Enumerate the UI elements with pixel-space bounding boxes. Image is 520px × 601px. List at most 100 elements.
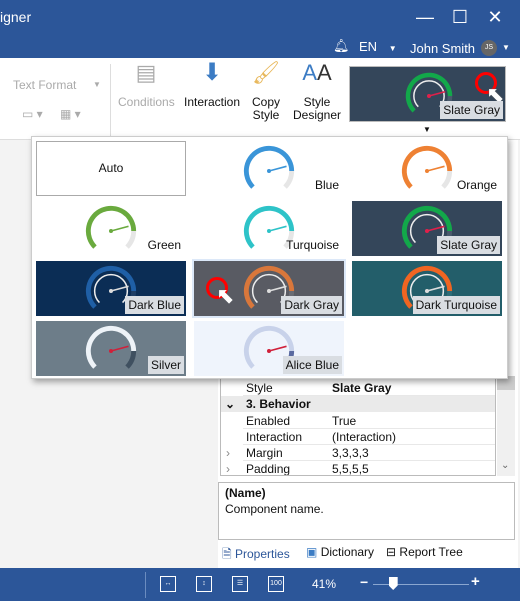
property-row[interactable]: Interaction (Interaction) — [243, 429, 495, 445]
style-label: Dark Blue — [125, 296, 184, 314]
tab-label: Properties — [235, 547, 290, 561]
style-option-dark-turquoise[interactable]: Dark Turquoise — [352, 261, 502, 316]
style-label: Slate Gray — [437, 236, 500, 254]
chevron-down-icon: ▼ — [93, 80, 101, 89]
scrollbar[interactable]: ⌄ — [497, 376, 515, 476]
style-option-orange[interactable]: Orange — [352, 141, 502, 196]
chevron-down-icon[interactable]: ▼ — [502, 43, 510, 52]
style-label: Green — [147, 238, 181, 252]
style-label: Slate Gray — [440, 101, 503, 119]
property-grid: Style Slate Gray ⌄ 3. Behavior Enabled True… — [220, 376, 496, 476]
conditions-icon: ▤ — [135, 60, 157, 85]
fit-width-icon[interactable]: ↔ — [160, 576, 176, 592]
property-value: 5,5,5,5 — [332, 462, 369, 476]
chevron-down-icon: ⌄ — [225, 397, 236, 411]
tab-dictionary[interactable]: ▣ Dictionary — [306, 545, 374, 559]
properties-icon: 🗎︎ — [222, 547, 232, 561]
description-box: (Name) Component name. — [218, 482, 515, 540]
style-label: Auto — [98, 161, 124, 175]
language-selector[interactable]: EN ▼ — [359, 39, 397, 54]
style-option-slate-gray[interactable]: Slate Gray — [352, 201, 502, 256]
zoom-in-button[interactable]: + — [471, 573, 480, 590]
style-gallery-preview[interactable]: ⬉ Slate Gray — [349, 66, 506, 122]
description-text: Component name. — [225, 502, 324, 516]
style-label: Dark Turquoise — [412, 296, 500, 314]
divider — [110, 64, 111, 138]
fit-page-icon[interactable]: ☰ — [232, 576, 248, 592]
style-label: Orange — [456, 178, 497, 192]
arrow-down-icon: ⬇ — [201, 59, 223, 86]
bell-icon[interactable]: 🔔︎ — [333, 38, 350, 54]
close-button[interactable]: ✕ — [480, 6, 510, 28]
property-value: Slate Gray — [332, 381, 392, 395]
gauge-icon — [85, 205, 137, 249]
property-name: Style — [246, 381, 273, 395]
zoom-out-button[interactable]: − — [360, 574, 368, 590]
conditions-label: Conditions — [118, 95, 175, 109]
property-name: Enabled — [246, 414, 291, 428]
dictionary-icon: ▣ — [306, 545, 318, 559]
fit-height-icon[interactable]: ↕ — [196, 576, 212, 592]
tab-report-tree[interactable]: ⊟ Report Tree — [386, 545, 463, 559]
style-label: Turquoise — [286, 238, 339, 252]
style-gallery-popup: Auto Blue Orange Green Turquoise Slate Gray Da… — [31, 136, 508, 379]
minimize-button[interactable]: — — [410, 6, 440, 28]
actual-size-icon[interactable]: 100 — [268, 576, 284, 592]
style-option-alice-blue[interactable]: Alice Blue — [194, 321, 344, 376]
gauge-icon — [243, 145, 295, 189]
user-name[interactable]: John Smith — [410, 41, 475, 56]
cursor-icon: ⬉ — [216, 283, 235, 308]
gallery-expand-icon[interactable]: ▼ — [423, 125, 431, 134]
style-label: Silver — [147, 356, 184, 374]
style-label: Alice Blue — [282, 356, 342, 374]
property-value: True — [332, 414, 357, 428]
chevron-right-icon[interactable]: › — [226, 446, 230, 460]
status-bar: ↔ ↕ ☰ 100 41% − + — [0, 568, 520, 601]
gauge-icon — [401, 145, 453, 189]
style-option-turquoise[interactable]: Turquoise — [194, 201, 344, 256]
date-format-icon[interactable]: ▦ ▾ — [60, 107, 81, 121]
zoom-slider[interactable] — [373, 584, 469, 585]
style-option-dark-gray[interactable]: Dark Gray ⬉ — [192, 259, 346, 318]
brush-icon: 🖌︎ — [252, 60, 280, 85]
style-option-silver[interactable]: Silver — [36, 321, 186, 376]
property-value: (Interaction) — [332, 430, 397, 444]
property-row[interactable]: › Padding 5,5,5,5 — [226, 461, 495, 476]
zoom-slider-thumb[interactable] — [388, 577, 398, 590]
text-format-dropdown[interactable]: Text Format — [13, 78, 76, 92]
conditions-button[interactable]: ▤ Conditions — [118, 60, 175, 109]
zoom-level: 41% — [312, 577, 337, 591]
property-row[interactable]: Enabled True — [243, 413, 495, 429]
category-behavior[interactable]: ⌄ 3. Behavior — [221, 396, 495, 412]
maximize-button[interactable]: ☐ — [445, 6, 475, 28]
copy-style-label: Style — [252, 108, 280, 122]
chevron-down-icon[interactable]: ⌄ — [501, 460, 509, 471]
chevron-right-icon[interactable]: › — [226, 462, 230, 475]
copy-style-button[interactable]: 🖌︎ Copy Style — [246, 60, 286, 122]
tree-icon: ⊟ — [386, 545, 397, 559]
description-title: (Name) — [225, 486, 266, 500]
interaction-button[interactable]: ⬇ Interaction — [184, 59, 240, 109]
tab-properties[interactable]: 🗎︎ Properties — [222, 545, 290, 570]
style-option-dark-blue[interactable]: Dark Blue — [36, 261, 186, 316]
tab-label: Dictionary — [320, 545, 375, 559]
property-row[interactable]: Style Slate Gray — [243, 380, 495, 396]
property-name: Padding — [246, 462, 291, 476]
style-label: Blue — [314, 178, 339, 192]
divider — [145, 572, 146, 598]
style-designer-label: Designer — [292, 108, 342, 122]
chevron-down-icon: ▼ — [388, 44, 397, 53]
title-bar: igner — ☐ ✕ 🔔︎ EN ▼ John Smith JS ▼ — [0, 0, 520, 58]
property-value: 3,3,3,3 — [332, 446, 369, 460]
style-designer-button[interactable]: AA Style Designer — [292, 60, 342, 122]
style-option-green[interactable]: Green — [36, 201, 186, 256]
format-icon[interactable]: ▭ ▾ — [22, 107, 43, 121]
style-option-auto[interactable]: Auto — [36, 141, 186, 196]
language-label: EN — [359, 39, 378, 54]
font-style-icon: AA — [302, 60, 332, 85]
style-option-blue[interactable]: Blue — [194, 141, 344, 196]
avatar[interactable]: JS — [481, 40, 497, 56]
property-row[interactable]: › Margin 3,3,3,3 — [226, 445, 495, 461]
property-name: Interaction — [246, 430, 303, 444]
window-title: igner — [0, 9, 32, 25]
